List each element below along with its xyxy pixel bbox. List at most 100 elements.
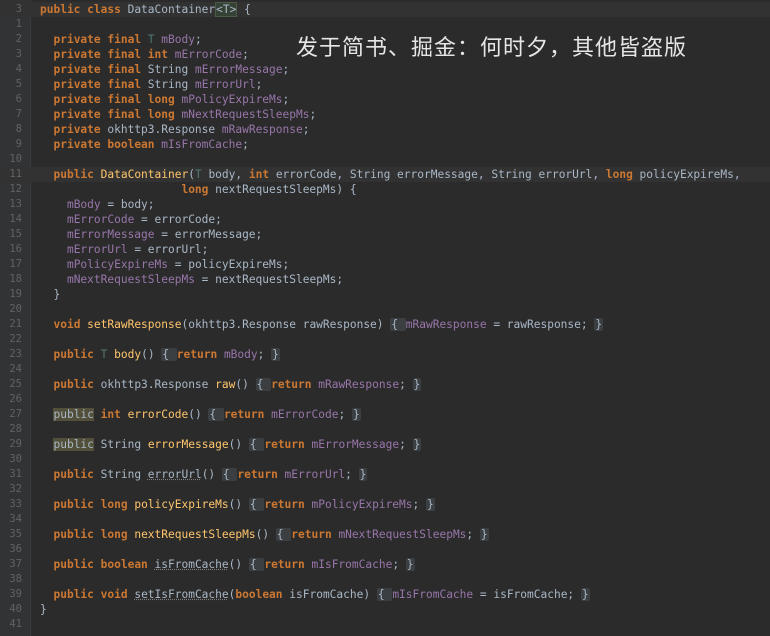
code-token-kw: public (53, 498, 101, 511)
code-line[interactable]: 37 public boolean isFromCache() { return… (0, 557, 770, 572)
code-line[interactable]: 9 private boolean mIsFromCache; (0, 137, 770, 152)
code-token-fld: mErrorCode (174, 48, 243, 61)
code-line[interactable]: 22 (0, 332, 770, 347)
code-token-sp (40, 228, 67, 241)
code-token-fold: { (208, 408, 224, 421)
code-line[interactable]: 36 (0, 542, 770, 557)
code-token-fld: mRawResponse (318, 378, 400, 391)
code-line[interactable]: 32 (0, 482, 770, 497)
code-line[interactable]: 6 private final long mPolicyExpireMs; (0, 92, 770, 107)
code-token-fld: mIsFromCache (161, 138, 243, 151)
code-token-kw: void (53, 318, 88, 331)
code-token-sp (40, 33, 53, 46)
code-text: public void setIsFromCache(boolean isFro… (40, 587, 590, 602)
code-text: public int errorCode() { return mErrorCo… (40, 407, 361, 422)
code-token-cls: String (147, 78, 195, 91)
code-token-kw: private (53, 123, 108, 136)
code-line[interactable]: 30 (0, 452, 770, 467)
line-number: 12 (9, 183, 22, 195)
line-number: 31 (9, 468, 22, 480)
code-token-fld: mPolicyExpireMs (181, 93, 283, 106)
code-line[interactable]: 18 mNextRequestSleepMs = nextRequestSlee… (0, 272, 770, 287)
line-number: 13 (9, 198, 22, 210)
code-line[interactable]: 19 } (0, 287, 770, 302)
code-token-kw: return (237, 468, 285, 481)
code-line[interactable]: 8 private okhttp3.Response mRawResponse; (0, 122, 770, 137)
code-line[interactable]: 23 public T body() { return mBody; } (0, 347, 770, 362)
code-line[interactable]: 26 (0, 392, 770, 407)
code-token-fold: } (405, 558, 415, 571)
code-token-kw: public (53, 528, 101, 541)
code-line[interactable]: 15 mErrorMessage = errorMessage; (0, 227, 770, 242)
code-token-fld: mNextRequestSleepMs (181, 108, 310, 121)
code-line[interactable]: 41 (0, 617, 770, 632)
code-token-pun: ; (399, 378, 413, 391)
code-text: private final String mErrorMessage; (40, 62, 289, 77)
code-token-kw: public (53, 348, 101, 361)
code-line[interactable]: 34 (0, 512, 770, 527)
code-token-pun: = nextRequestSleepMs; (194, 273, 344, 286)
code-text: public long nextRequestSleepMs() { retur… (40, 527, 489, 542)
code-text: private final String mErrorUrl; (40, 77, 262, 92)
code-line[interactable]: 21 void setRawResponse(okhttp3.Response … (0, 317, 770, 332)
code-token-kw: return (264, 438, 312, 451)
code-token-fld: mBody (223, 348, 258, 361)
code-token-pun: } (53, 288, 61, 301)
code-line[interactable]: 31 public String errorUrl() { return mEr… (0, 467, 770, 482)
code-line[interactable]: 17 mPolicyExpireMs = policyExpireMs; (0, 257, 770, 272)
code-line[interactable]: 12 long nextRequestSleepMs) { (0, 182, 770, 197)
code-line[interactable]: 29 public String errorMessage() { return… (0, 437, 770, 452)
code-line[interactable]: 27 public int errorCode() { return mErro… (0, 407, 770, 422)
code-token-kw: public (53, 378, 101, 391)
code-token-pun: ; (255, 78, 263, 91)
code-line[interactable]: 5 private final String mErrorUrl; (0, 77, 770, 92)
code-editor[interactable]: 3 public class DataContainer<T> { 1 2 priva… (0, 0, 770, 636)
code-line[interactable]: 35 public long nextRequestSleepMs() { re… (0, 527, 770, 542)
code-token-pun: ; (194, 33, 202, 46)
code-line[interactable]: 11 public DataContainer(T body, int erro… (0, 167, 770, 182)
code-text: mErrorMessage = errorMessage; (40, 227, 262, 242)
line-number: 3 (15, 48, 22, 60)
code-line[interactable]: 40} (0, 602, 770, 617)
code-token-fold: { (376, 588, 393, 601)
code-line[interactable]: 14 mErrorCode = errorCode; (0, 212, 770, 227)
code-token-cls: policyExpireMs, (639, 168, 741, 181)
code-line[interactable]: 3 public class DataContainer<T> { (0, 2, 770, 17)
code-token-und: errorUrl (147, 468, 202, 481)
code-token-kw: long (181, 183, 216, 196)
code-token-kw: private (53, 48, 108, 61)
code-line[interactable]: 10 (0, 152, 770, 167)
code-token-fld: mErrorUrl (66, 243, 128, 256)
line-number: 30 (9, 453, 22, 465)
code-token-kw: long (605, 168, 640, 181)
code-line[interactable]: 4 private final String mErrorMessage; (0, 62, 770, 77)
code-line[interactable]: 24 (0, 362, 770, 377)
code-line[interactable]: 33 public long policyExpireMs() { return… (0, 497, 770, 512)
code-token-sp (40, 198, 67, 211)
code-token-kw: private (53, 138, 108, 151)
code-line[interactable]: 20 (0, 302, 770, 317)
line-number: 3 (15, 3, 22, 15)
code-token-pun: ( (188, 168, 195, 181)
code-line[interactable]: 13 mBody = body; (0, 197, 770, 212)
code-token-kw: private (53, 78, 108, 91)
code-token-fld: mIsFromCache (392, 588, 474, 601)
code-token-fld: mErrorMessage (311, 438, 400, 451)
code-token-kw: void (100, 588, 135, 601)
line-number: 34 (9, 513, 22, 525)
code-line[interactable]: 7 private final long mNextRequestSleepMs… (0, 107, 770, 122)
code-line[interactable]: 39 public void setIsFromCache(boolean is… (0, 587, 770, 602)
code-token-pun: ; (309, 108, 317, 121)
code-line[interactable]: 28 (0, 422, 770, 437)
code-token-fold: } (426, 498, 435, 511)
line-number: 21 (9, 318, 22, 330)
code-token-kw: public (53, 588, 101, 601)
code-line[interactable]: 38 (0, 572, 770, 587)
code-line[interactable]: 16 mErrorUrl = errorUrl; (0, 242, 770, 257)
code-line[interactable]: 25 public okhttp3.Response raw() { retur… (0, 377, 770, 392)
code-token-pun: = policyExpireMs; (168, 258, 290, 271)
line-number: 17 (9, 258, 22, 270)
code-text: void setRawResponse(okhttp3.Response raw… (40, 317, 604, 332)
code-token-kw: public (53, 558, 101, 571)
code-token-fld: mPolicyExpireMs (311, 498, 413, 511)
